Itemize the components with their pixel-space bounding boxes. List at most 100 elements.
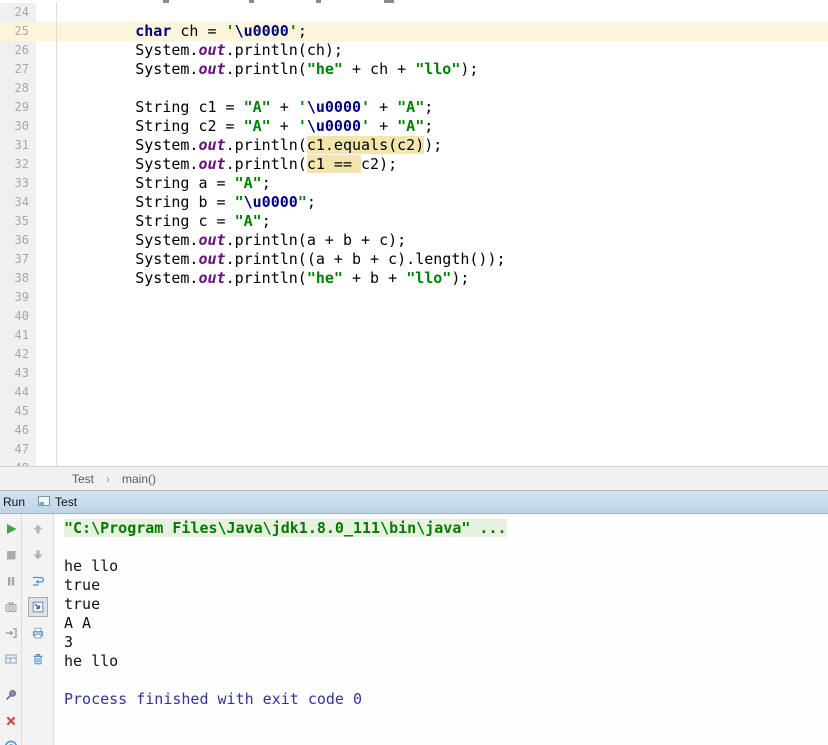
code-line[interactable]: 24 <box>0 3 828 22</box>
stop-icon[interactable] <box>1 545 21 565</box>
line-number[interactable]: 36 <box>0 231 36 250</box>
code-token: System. <box>63 60 198 78</box>
code-line[interactable]: 44 <box>0 383 828 402</box>
code-line[interactable]: 32 System.out.println(c1 == c2); <box>0 155 828 174</box>
code-token: c1 == <box>307 155 361 173</box>
line-number[interactable]: 44 <box>0 383 36 402</box>
code-token: "he" <box>307 269 343 287</box>
code-token: \u0000 <box>244 193 298 211</box>
rerun-icon[interactable] <box>1 519 21 539</box>
print-icon[interactable] <box>28 623 48 643</box>
run-actions-toolbar: ? <box>0 514 22 745</box>
code-token: + b + <box>343 269 406 287</box>
code-token: char <box>135 22 171 40</box>
exit-icon[interactable] <box>1 623 21 643</box>
code-line[interactable]: 47 <box>0 440 828 459</box>
code-editor[interactable]: 2425 char ch = '\u0000';26 System.out.pr… <box>0 0 828 466</box>
line-number[interactable]: 38 <box>0 269 36 288</box>
code-token: "A" <box>244 117 271 135</box>
scroll-to-end-icon[interactable] <box>28 597 48 617</box>
line-number[interactable]: 30 <box>0 117 36 136</box>
code-line[interactable]: 45 <box>0 402 828 421</box>
code-token: ); <box>451 269 469 287</box>
code-line[interactable]: 46 <box>0 421 828 440</box>
code-token: ); <box>424 136 442 154</box>
close-icon[interactable] <box>1 711 21 731</box>
code-token: "A" <box>244 98 271 116</box>
code-line[interactable]: 41 <box>0 326 828 345</box>
code-token: String c = <box>63 212 235 230</box>
code-token: out <box>198 269 225 287</box>
code-line[interactable]: 38 System.out.println("he" + b + "llo"); <box>0 269 828 288</box>
line-number[interactable]: 35 <box>0 212 36 231</box>
stdout-text: true <box>64 576 100 594</box>
line-number[interactable]: 34 <box>0 193 36 212</box>
code-token: ch = <box>171 22 225 40</box>
line-number[interactable]: 24 <box>0 3 36 22</box>
line-number[interactable]: 43 <box>0 364 36 383</box>
code-line[interactable]: 42 <box>0 345 828 364</box>
console-tab-icon <box>37 494 51 511</box>
code-line[interactable]: 30 String c2 = "A" + '\u0000' + "A"; <box>0 117 828 136</box>
code-token: "A" <box>235 212 262 230</box>
console-line: he llo <box>64 557 828 576</box>
soft-wrap-icon[interactable] <box>28 571 48 591</box>
code-line[interactable]: 33 String a = "A"; <box>0 174 828 193</box>
line-number[interactable]: 46 <box>0 421 36 440</box>
line-number[interactable]: 27 <box>0 60 36 79</box>
line-number[interactable]: 40 <box>0 307 36 326</box>
code-line[interactable]: 29 String c1 = "A" + '\u0000' + "A"; <box>0 98 828 117</box>
line-number[interactable]: 28 <box>0 79 36 98</box>
fold-strip <box>36 193 57 212</box>
code-line[interactable]: 26 System.out.println(ch); <box>0 41 828 60</box>
code-line[interactable]: 37 System.out.println((a + b + c).length… <box>0 250 828 269</box>
code-line[interactable]: 34 String b = "\u0000"; <box>0 193 828 212</box>
line-number[interactable]: 33 <box>0 174 36 193</box>
line-number[interactable]: 26 <box>0 41 36 60</box>
breadcrumb-item-class[interactable]: Test <box>68 472 98 486</box>
code-line[interactable]: 48 <box>0 459 828 466</box>
code-line[interactable]: 25 char ch = '\u0000'; <box>0 22 828 41</box>
code-line[interactable]: 40 <box>0 307 828 326</box>
code-token: String b = <box>63 193 235 211</box>
code-token: ; <box>307 193 316 211</box>
code-token: .println(ch); <box>226 41 343 59</box>
fold-strip <box>36 364 57 383</box>
code-line[interactable]: 27 System.out.println("he" + ch + "llo")… <box>0 60 828 79</box>
down-stack-trace-icon[interactable] <box>28 545 48 565</box>
line-number[interactable]: 31 <box>0 136 36 155</box>
line-number[interactable]: 29 <box>0 98 36 117</box>
code-line[interactable]: 39 <box>0 288 828 307</box>
line-number[interactable]: 39 <box>0 288 36 307</box>
console-line: true <box>64 576 828 595</box>
up-stack-trace-icon[interactable] <box>28 519 48 539</box>
thread-dump-icon[interactable] <box>1 597 21 617</box>
line-number[interactable]: 45 <box>0 402 36 421</box>
code-line[interactable]: 43 <box>0 364 828 383</box>
help-icon[interactable]: ? <box>1 737 21 745</box>
run-tab-test[interactable]: Test <box>31 492 83 513</box>
breadcrumb-item-method[interactable]: main() <box>118 472 160 486</box>
code-token: + <box>370 117 397 135</box>
code-text <box>57 459 828 466</box>
line-number[interactable]: 32 <box>0 155 36 174</box>
line-number[interactable]: 42 <box>0 345 36 364</box>
line-number[interactable]: 47 <box>0 440 36 459</box>
code-line[interactable]: 35 String c = "A"; <box>0 212 828 231</box>
pin-tab-icon[interactable] <box>1 685 21 705</box>
line-number[interactable]: 41 <box>0 326 36 345</box>
line-number[interactable]: 48 <box>0 459 36 466</box>
clear-all-icon[interactable] <box>28 649 48 669</box>
line-number[interactable]: 25 <box>0 22 36 41</box>
code-line[interactable]: 28 <box>0 79 828 98</box>
code-line[interactable]: 31 System.out.println(c1.equals(c2)); <box>0 136 828 155</box>
console-line <box>64 538 828 557</box>
line-number[interactable]: 37 <box>0 250 36 269</box>
code-line[interactable]: 36 System.out.println(a + b + c); <box>0 231 828 250</box>
console-output[interactable]: "C:\Program Files\Java\jdk1.8.0_111\bin\… <box>54 514 828 745</box>
restore-layout-icon[interactable] <box>1 649 21 669</box>
code-token: ; <box>262 212 271 230</box>
code-text: System.out.println("he" + b + "llo"); <box>57 269 828 288</box>
fold-strip <box>36 421 57 440</box>
pause-output-icon[interactable] <box>1 571 21 591</box>
